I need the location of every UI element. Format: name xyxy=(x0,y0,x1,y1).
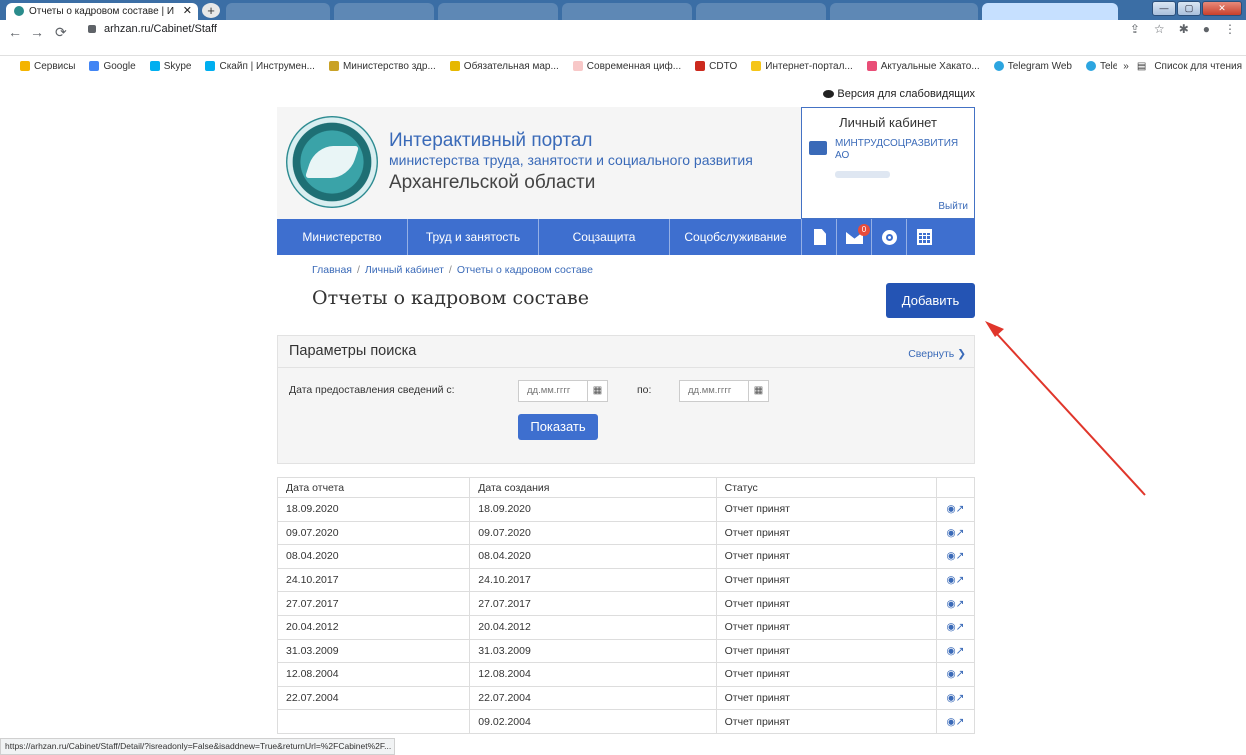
arrow-head xyxy=(985,321,1004,337)
arrow-shaft xyxy=(996,333,1146,496)
annotation-arrow xyxy=(985,321,1146,496)
